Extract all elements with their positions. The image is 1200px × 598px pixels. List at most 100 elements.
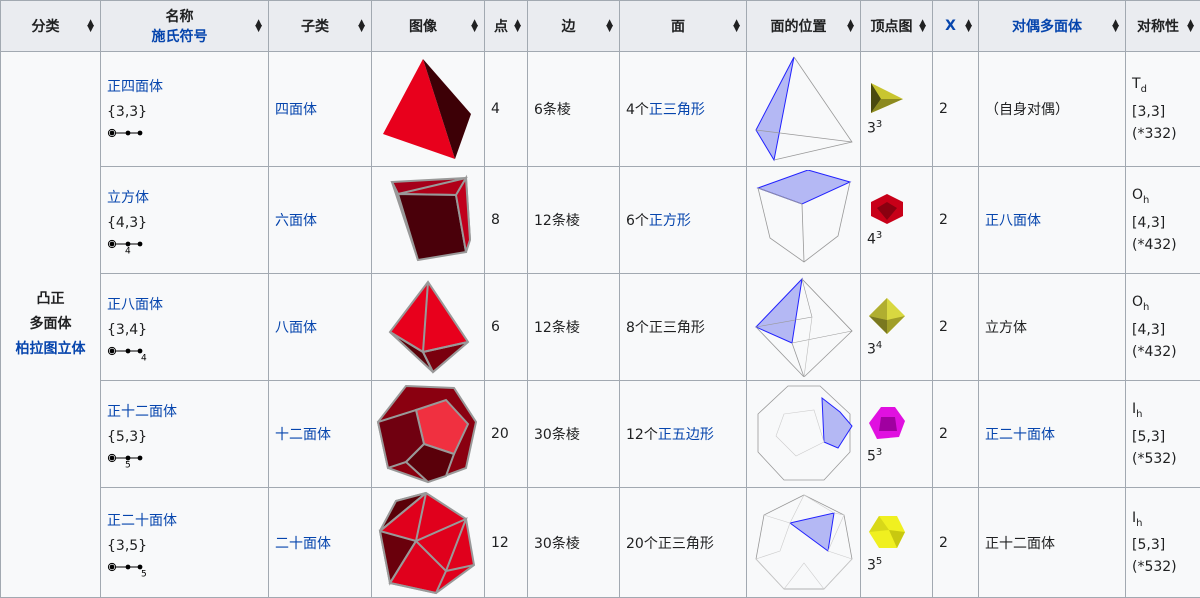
- subclass-link[interactable]: 二十面体: [275, 536, 331, 552]
- sort-icon[interactable]: ▲▼: [1112, 20, 1119, 32]
- subclass-link[interactable]: 六面体: [275, 213, 317, 229]
- octahedron-image[interactable]: [372, 277, 484, 377]
- vertices-cell: 12: [485, 488, 528, 598]
- column-header-6[interactable]: 面▲▼: [620, 1, 747, 52]
- coxeter-diagram: 5: [107, 452, 147, 468]
- subclass-link[interactable]: 四面体: [275, 102, 317, 118]
- subclass-cell: 十二面体: [269, 381, 372, 488]
- sort-icon[interactable]: ▲▼: [847, 20, 854, 32]
- sort-icon[interactable]: ▲▼: [965, 20, 972, 32]
- cube-face-position[interactable]: [747, 170, 860, 270]
- euler-characteristic-cell: 2: [933, 167, 979, 274]
- sort-icon[interactable]: ▲▼: [733, 20, 740, 32]
- sort-icon[interactable]: ▲▼: [471, 20, 478, 32]
- column-header-0[interactable]: 分类▲▼: [1, 1, 101, 52]
- symmetry-cell: Oh[4,3](*432): [1126, 274, 1200, 381]
- polyhedron-name-link[interactable]: 立方体: [107, 190, 149, 206]
- euler-characteristic-cell: 2: [933, 381, 979, 488]
- vertex-figure-base: 3: [867, 121, 876, 137]
- symmetry-bracket: [5,3]: [1132, 426, 1194, 448]
- symmetry-subscript: d: [1141, 84, 1147, 95]
- symmetry-bracket: [4,3]: [1132, 212, 1194, 234]
- column-header-label[interactable]: X: [937, 18, 964, 34]
- dual-cell: 立方体: [979, 274, 1126, 381]
- vertex-figure-base: 5: [867, 449, 876, 465]
- schlafli-symbol: {3,4}: [107, 318, 262, 343]
- subclass-cell: 八面体: [269, 274, 372, 381]
- sort-icon[interactable]: ▲▼: [358, 20, 365, 32]
- schlafli-symbol-link[interactable]: 施氏符号: [105, 26, 254, 46]
- column-header-1[interactable]: 名称施氏符号▲▼: [101, 1, 269, 52]
- sort-icon[interactable]: ▲▼: [1187, 20, 1194, 32]
- face-type[interactable]: 正方形: [649, 213, 691, 229]
- face-type[interactable]: 正五边形: [658, 427, 714, 443]
- category-line: 多面体: [7, 312, 94, 337]
- category-cell: 凸正多面体柏拉图立体: [1, 52, 101, 598]
- dodecahedron-image[interactable]: [372, 382, 484, 486]
- column-header-3[interactable]: 图像▲▼: [372, 1, 485, 52]
- coxeter-label: 4: [125, 247, 131, 255]
- sort-icon[interactable]: ▲▼: [255, 20, 262, 32]
- coxeter-diagram: 4: [107, 238, 147, 254]
- table-row: 正十二面体{5,3}5十二面体2030条棱12个正五边形532正二十面体Ih[5…: [1, 381, 1200, 488]
- symmetry-orbifold: (*432): [1132, 341, 1194, 363]
- vertex-figure-exponent: 3: [876, 447, 882, 458]
- tetrahedron-face-position[interactable]: [747, 54, 860, 164]
- dodecahedron-face-position[interactable]: [747, 384, 860, 484]
- polyhedron-name-link[interactable]: 正四面体: [107, 79, 163, 95]
- table-row: 立方体{4,3}4六面体812条棱6个正方形432正八面体Oh[4,3](*43…: [1, 167, 1200, 274]
- column-header-8[interactable]: 顶点图▲▼: [861, 1, 933, 52]
- tetrahedron-image[interactable]: [372, 54, 484, 164]
- face-position-cell: [747, 167, 861, 274]
- vertices-cell: 4: [485, 52, 528, 167]
- cube-image[interactable]: [372, 170, 484, 270]
- coxeter-label: 4: [141, 354, 147, 362]
- sort-icon[interactable]: ▲▼: [606, 20, 613, 32]
- faces-cell: 6个正方形: [620, 167, 747, 274]
- vertex-figure-icon[interactable]: [867, 431, 907, 447]
- dual-polyhedron: （自身对偶）: [985, 102, 1069, 118]
- vertex-figure-icon[interactable]: [867, 103, 907, 119]
- vertex-figure-icon[interactable]: [867, 214, 907, 230]
- column-header-label: 分类: [5, 16, 86, 36]
- vertex-figure-icon[interactable]: [867, 324, 907, 340]
- column-header-10[interactable]: 对偶多面体▲▼: [979, 1, 1126, 52]
- image-cell: [372, 52, 485, 167]
- platonic-solid-link[interactable]: 柏拉图立体: [7, 337, 94, 362]
- column-header-11[interactable]: 对称性▲▼: [1126, 1, 1200, 52]
- column-header-5[interactable]: 边▲▼: [528, 1, 620, 52]
- dual-cell: 正二十面体: [979, 381, 1126, 488]
- column-header-7[interactable]: 面的位置▲▼: [747, 1, 861, 52]
- faces-count: 12个: [626, 427, 658, 443]
- column-header-label[interactable]: 对偶多面体: [983, 16, 1111, 36]
- symmetry-bracket: [3,3]: [1132, 101, 1194, 123]
- column-header-label: 子类: [273, 16, 357, 36]
- face-position-cell: [747, 52, 861, 167]
- sort-icon[interactable]: ▲▼: [919, 20, 926, 32]
- polyhedron-name-link[interactable]: 正八面体: [107, 297, 163, 313]
- icosahedron-face-position[interactable]: [747, 493, 860, 593]
- faces-cell: 12个正五边形: [620, 381, 747, 488]
- polyhedron-name-link[interactable]: 正二十面体: [107, 513, 177, 529]
- subclass-link[interactable]: 八面体: [275, 320, 317, 336]
- sort-icon[interactable]: ▲▼: [87, 20, 94, 32]
- dual-polyhedron[interactable]: 正二十面体: [985, 427, 1055, 443]
- symmetry-cell: Ih[5,3](*532): [1126, 381, 1200, 488]
- dual-polyhedron[interactable]: 正八面体: [985, 213, 1041, 229]
- column-header-2[interactable]: 子类▲▼: [269, 1, 372, 52]
- column-header-4[interactable]: 点▲▼: [485, 1, 528, 52]
- coxeter-diagram: 4: [107, 345, 147, 361]
- column-header-9[interactable]: X▲▼: [933, 1, 979, 52]
- face-position-cell: [747, 488, 861, 598]
- vertex-figure-cell: 34: [861, 274, 933, 381]
- sort-icon[interactable]: ▲▼: [514, 20, 521, 32]
- image-cell: [372, 274, 485, 381]
- name-cell: 立方体{4,3}4: [101, 167, 269, 274]
- face-type[interactable]: 正三角形: [649, 102, 705, 118]
- subclass-link[interactable]: 十二面体: [275, 427, 331, 443]
- icosahedron-image[interactable]: [372, 491, 484, 595]
- polyhedron-name-link[interactable]: 正十二面体: [107, 404, 177, 420]
- vertex-figure-cell: 35: [861, 488, 933, 598]
- vertex-figure-icon[interactable]: [867, 540, 907, 556]
- octahedron-face-position[interactable]: [747, 277, 860, 377]
